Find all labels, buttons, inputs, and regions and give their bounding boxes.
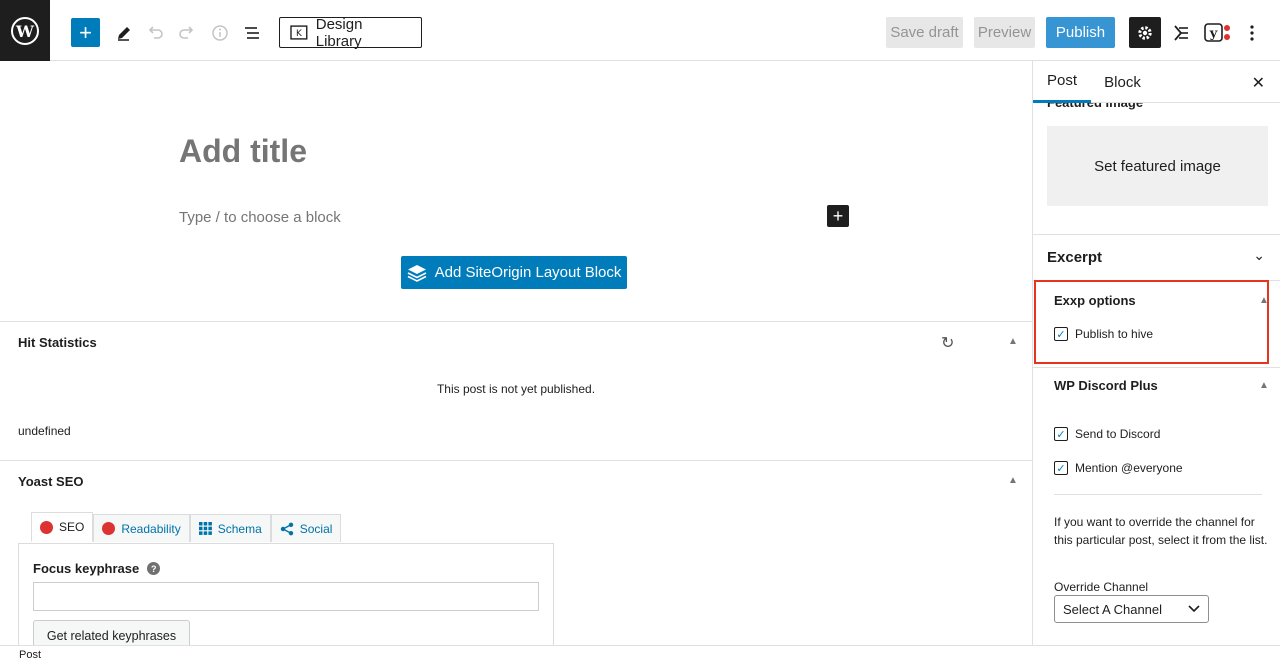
override-channel-select[interactable]: Select A Channel xyxy=(1054,595,1209,623)
publish-to-hive-checkbox[interactable]: ✓ xyxy=(1054,327,1068,341)
vertical-ellipsis-icon xyxy=(1250,25,1254,41)
send-to-discord-checkbox[interactable]: ✓ xyxy=(1054,427,1068,441)
more-options-button[interactable] xyxy=(1239,20,1265,46)
mention-everyone-label: Mention @everyone xyxy=(1075,461,1183,475)
discord-divider xyxy=(1054,494,1262,495)
tab-post[interactable]: Post xyxy=(1033,61,1091,103)
preview-button[interactable]: Preview xyxy=(974,17,1035,48)
set-featured-image-button[interactable]: Set featured image xyxy=(1047,126,1268,206)
help-icon[interactable]: ? xyxy=(147,562,161,575)
editor-canvas: Add title Type / to choose a block + Add… xyxy=(0,61,1032,321)
yoast-tabs: SEO Readability Schema Social xyxy=(31,512,342,542)
exxp-options-title: Exxp options xyxy=(1054,293,1136,308)
tab-social[interactable]: Social xyxy=(270,514,342,542)
design-library-icon: K xyxy=(290,25,308,40)
send-to-discord-label: Send to Discord xyxy=(1075,427,1161,441)
save-draft-button[interactable]: Save draft xyxy=(886,17,963,48)
siteorigin-label: Add SiteOrigin Layout Block xyxy=(434,264,622,281)
undefined-text: undefined xyxy=(18,424,71,438)
list-view-icon xyxy=(245,27,259,39)
chevron-down-icon xyxy=(1188,605,1200,613)
stackable-button[interactable] xyxy=(1168,20,1194,46)
share-icon xyxy=(280,522,293,535)
redo-button[interactable] xyxy=(174,20,200,46)
send-to-discord-row: ✓ Send to Discord xyxy=(1054,427,1160,441)
design-library-label: Design Library xyxy=(315,15,363,50)
wp-discord-plus-title: WP Discord Plus xyxy=(1054,378,1158,393)
tab-readability[interactable]: Readability xyxy=(93,514,190,542)
list-view-button[interactable] xyxy=(239,20,265,46)
edit-tools-button[interactable] xyxy=(111,20,137,46)
redo-icon xyxy=(179,26,194,39)
svg-text:W: W xyxy=(15,22,35,41)
undo-button[interactable] xyxy=(142,20,168,46)
close-icon[interactable]: ✕ xyxy=(1252,73,1265,93)
info-icon xyxy=(212,25,228,41)
editor-toolbar: W + K Design Library Save draft Preview … xyxy=(0,0,1280,61)
undo-icon xyxy=(148,26,163,39)
collapse-up-icon[interactable]: ▲ xyxy=(1259,295,1269,306)
yoast-button[interactable]: y xyxy=(1203,20,1233,46)
yoast-seo-title: Yoast SEO xyxy=(18,474,84,489)
readability-score-dot-icon xyxy=(102,522,116,535)
collapse-up-icon[interactable]: ▲ xyxy=(1259,380,1269,391)
tab-block[interactable]: Block xyxy=(1091,61,1154,103)
seo-score-dot-icon xyxy=(40,520,53,534)
design-library-button[interactable]: K Design Library xyxy=(279,15,422,50)
layers-icon xyxy=(407,264,426,282)
publish-button[interactable]: Publish xyxy=(1046,17,1115,48)
grid-icon xyxy=(198,522,212,535)
yoast-icon: y xyxy=(1204,23,1230,42)
yoast-seo-panel: Focus keyphrase ? Get related keyphrases xyxy=(18,543,554,653)
refresh-icon[interactable]: ↻ xyxy=(941,333,954,353)
excerpt-title: Excerpt xyxy=(1047,249,1103,266)
mention-everyone-checkbox[interactable]: ✓ xyxy=(1054,461,1068,475)
override-channel-help: If you want to override the channel for … xyxy=(1054,515,1268,547)
tab-seo[interactable]: SEO xyxy=(31,512,94,542)
details-button[interactable] xyxy=(207,20,233,46)
plus-icon: + xyxy=(832,205,844,226)
add-siteorigin-layout-button[interactable]: Add SiteOrigin Layout Block xyxy=(401,256,627,289)
override-channel-label: Override Channel xyxy=(1054,580,1149,594)
not-published-message: This post is not yet published. xyxy=(436,382,596,396)
publish-to-hive-label: Publish to hive xyxy=(1075,327,1154,341)
focus-keyphrase-label: Focus keyphrase ? xyxy=(33,561,161,576)
inline-add-block-button[interactable]: + xyxy=(827,205,849,227)
select-value: Select A Channel xyxy=(1063,601,1163,617)
svg-text:K: K xyxy=(296,29,302,39)
add-block-button[interactable]: + xyxy=(71,18,100,47)
chevron-down-icon: ⌄ xyxy=(1253,247,1265,263)
gear-icon xyxy=(1138,25,1152,40)
svg-text:y: y xyxy=(1209,27,1218,42)
stackable-icon xyxy=(1174,25,1188,41)
breadcrumb[interactable]: Post xyxy=(0,645,1280,661)
block-placeholder[interactable]: Type / to choose a block xyxy=(179,209,341,226)
hit-statistics-metabox: Hit Statistics ↻ ▲ This post is not yet … xyxy=(0,321,1032,460)
settings-button[interactable] xyxy=(1129,17,1161,48)
focus-keyphrase-input[interactable] xyxy=(33,582,539,611)
post-title-input[interactable]: Add title xyxy=(179,133,307,170)
hit-statistics-title: Hit Statistics xyxy=(18,335,97,350)
section-divider xyxy=(1033,367,1280,368)
excerpt-panel[interactable]: Excerpt ⌄ xyxy=(1033,234,1280,280)
mention-everyone-row: ✓ Mention @everyone xyxy=(1054,461,1183,475)
collapse-up-icon[interactable]: ▲ xyxy=(1008,336,1018,347)
publish-to-hive-row: ✓ Publish to hive xyxy=(1054,327,1153,341)
pencil-icon xyxy=(118,27,130,41)
plus-icon: + xyxy=(79,19,92,45)
wordpress-logo-icon[interactable]: W xyxy=(0,0,50,61)
sidebar-tabs: Post Block ✕ xyxy=(1033,61,1280,103)
yoast-seo-metabox: Yoast SEO ▲ SEO Readability Schema Socia… xyxy=(0,460,1032,653)
collapse-up-icon[interactable]: ▲ xyxy=(1008,475,1018,486)
tab-schema[interactable]: Schema xyxy=(189,514,271,542)
